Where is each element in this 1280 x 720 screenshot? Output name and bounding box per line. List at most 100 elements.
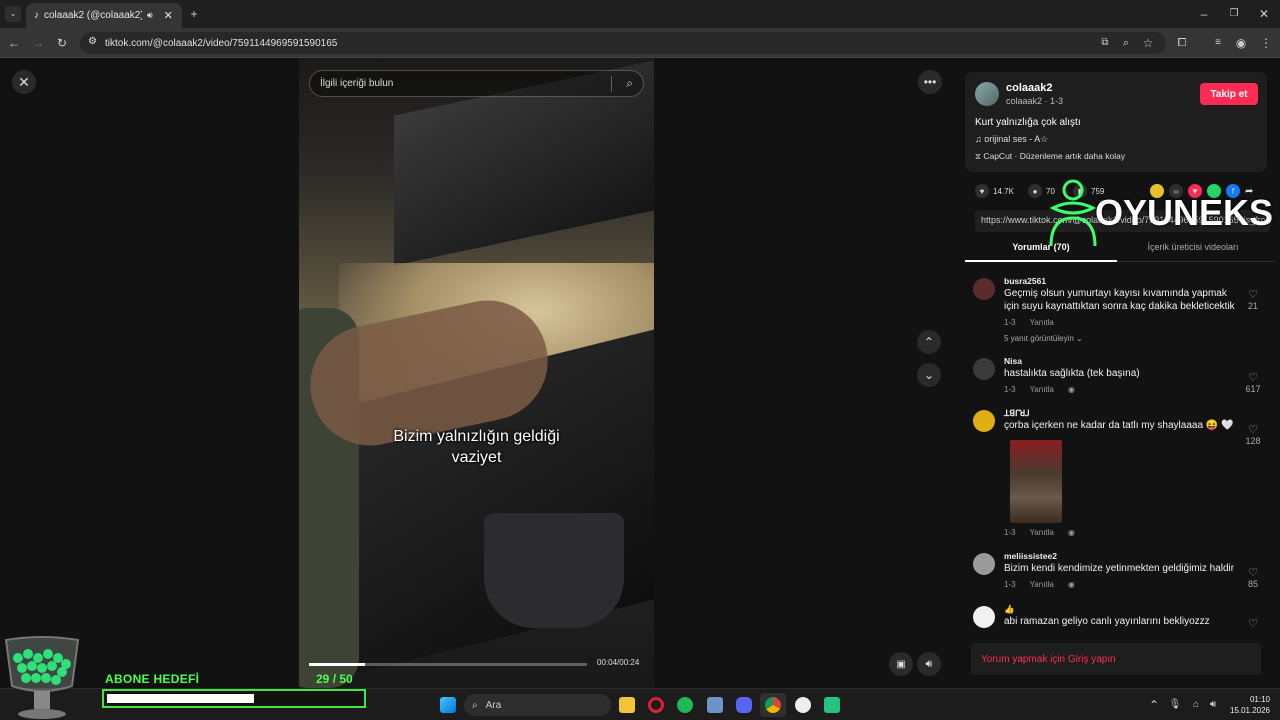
related-search-input[interactable]: İlgili içeriği bulun ⌕ bbox=[309, 70, 644, 97]
miniplayer-icon[interactable]: ▣ bbox=[889, 652, 913, 676]
taskbar-search-text: Ara bbox=[485, 699, 502, 711]
comment-icon: ● bbox=[1028, 184, 1042, 198]
site-info-icon[interactable]: ⚙ bbox=[88, 36, 97, 47]
comment-user[interactable]: Nisa bbox=[1004, 356, 1022, 366]
video-progress-bar[interactable] bbox=[309, 663, 587, 666]
comment-item: meliissistee2 Bizim kendi kendimize yeti… bbox=[973, 551, 1265, 593]
comment-like-count: 128 bbox=[1245, 436, 1261, 446]
close-video-icon[interactable]: ✕ bbox=[12, 70, 36, 94]
clock-date: 15.01.2026 bbox=[1229, 706, 1270, 715]
media-control-icon[interactable]: ≡ bbox=[1210, 35, 1226, 51]
comment-avatar[interactable] bbox=[973, 410, 995, 432]
comment-text: Geçmiş olsun yumurtayı kayısı kıvamında … bbox=[1004, 288, 1235, 312]
video-player[interactable]: İlgili içeriği bulun ⌕ Bizim yalnızlığın… bbox=[299, 58, 654, 688]
capcut-row[interactable]: ⧖ CapCut · Düzenleme artık daha kolay bbox=[975, 151, 1125, 162]
zoom-icon[interactable]: ⌕ bbox=[1118, 35, 1134, 51]
creator-liked-icon: ◉ bbox=[1067, 528, 1075, 537]
tab-audio-icon[interactable]: 🔊︎ bbox=[147, 10, 153, 21]
comment-text: çorba içerken ne kadar da tatlı my shayl… bbox=[1004, 420, 1234, 431]
follow-button[interactable]: Takip et bbox=[1200, 83, 1258, 105]
taskbar-search[interactable]: ⌕ Ara bbox=[464, 694, 611, 716]
opera-icon[interactable] bbox=[648, 697, 664, 713]
bookmark-star-icon[interactable]: ☆ bbox=[1140, 35, 1156, 51]
subscriber-goal-label: ABONE HEDEFİ bbox=[105, 672, 200, 686]
comment-image[interactable] bbox=[1010, 440, 1062, 523]
comment-item: ꓕꓭꓩꓤꓙ çorba içerken ne kadar da tatlı my… bbox=[973, 408, 1265, 540]
previous-video-icon[interactable]: ⌃ bbox=[917, 330, 941, 354]
reply-link[interactable]: Yanıtla bbox=[1030, 385, 1054, 394]
tiktok-page: ✕ İlgili içeriği bulun ⌕ Bizim yalnızlığ… bbox=[0, 58, 1280, 688]
window-close-icon[interactable]: ✕ bbox=[1256, 6, 1272, 22]
new-tab-icon[interactable]: + bbox=[186, 6, 202, 22]
chrome-icon[interactable] bbox=[765, 697, 781, 713]
restore-icon[interactable]: ❐ bbox=[1226, 6, 1242, 22]
comment-user[interactable]: busra2561 bbox=[1004, 276, 1046, 286]
more-options-icon[interactable]: ••• bbox=[918, 70, 942, 94]
url-field[interactable]: ⚙ tiktok.com/@colaaak2/video/75911449695… bbox=[80, 32, 1166, 54]
view-replies-link[interactable]: 5 yanıt görüntüleyin ⌄ bbox=[1004, 334, 1083, 343]
reply-link[interactable]: Yanıtla bbox=[1030, 528, 1054, 537]
windows-start-icon[interactable] bbox=[440, 697, 456, 713]
install-app-icon[interactable]: ⧉ bbox=[1097, 35, 1113, 51]
comment-meta: 1-3 Yanıtla ◉ bbox=[1004, 385, 1089, 394]
microphone-icon[interactable]: 🎙︎ bbox=[1167, 697, 1183, 713]
sound-name: orijinal ses - A☆ bbox=[984, 134, 1049, 144]
menu-icon[interactable]: ⋮ bbox=[1258, 35, 1274, 51]
comment-like[interactable]: ♡ 21 bbox=[1241, 289, 1265, 311]
minimize-icon[interactable]: – bbox=[1196, 6, 1212, 22]
comment-user[interactable]: 👍 bbox=[1004, 604, 1015, 615]
comment-avatar[interactable] bbox=[973, 278, 995, 300]
comment-user[interactable]: ꓕꓭꓩꓤꓙ bbox=[1004, 408, 1030, 419]
spotify-icon[interactable] bbox=[677, 697, 693, 713]
file-explorer-icon[interactable] bbox=[619, 697, 635, 713]
comment-like[interactable]: ♡ 617 bbox=[1241, 372, 1265, 394]
discord-icon[interactable] bbox=[736, 697, 752, 713]
volume-icon[interactable]: 🔊︎ bbox=[917, 652, 941, 676]
url-text: tiktok.com/@colaaak2/video/7591144969591… bbox=[105, 37, 338, 49]
comment-like[interactable]: ♡ 85 bbox=[1241, 567, 1265, 589]
tab-list-icon[interactable]: ⌄ bbox=[5, 6, 21, 22]
next-video-icon[interactable]: ⌄ bbox=[917, 363, 941, 387]
author-avatar[interactable] bbox=[975, 82, 999, 106]
sound-row[interactable]: ♫ orijinal ses - A☆ bbox=[975, 134, 1048, 145]
comment-text: abi ramazan geliyo canlı yayınlarını bek… bbox=[1004, 616, 1210, 627]
reload-icon[interactable]: ↻ bbox=[54, 35, 70, 51]
comment-like[interactable]: ♡ 128 bbox=[1241, 424, 1265, 446]
tray-chevron-icon[interactable]: ⌃ bbox=[1146, 697, 1162, 713]
reply-link[interactable]: Yanıtla bbox=[1030, 318, 1054, 327]
author-name[interactable]: colaaak2 bbox=[1006, 82, 1052, 94]
forward-icon[interactable]: → bbox=[30, 35, 46, 51]
green-app-icon[interactable] bbox=[824, 697, 840, 713]
network-icon[interactable]: ⌂ bbox=[1188, 697, 1204, 713]
speaker-icon[interactable]: 🔊︎ bbox=[1205, 697, 1221, 713]
heart-icon: ♥ bbox=[975, 184, 989, 198]
subscriber-count: 29 / 50 bbox=[316, 672, 353, 686]
search-icon[interactable]: ⌕ bbox=[626, 76, 633, 91]
browser-tab[interactable]: ♪ colaaak2 (@colaaak2) | TikTok 🔊︎ ✕ bbox=[26, 3, 182, 28]
comment-like[interactable]: ♡ bbox=[1241, 618, 1265, 630]
watermark: OYUNEKS bbox=[1045, 178, 1273, 248]
login-to-comment[interactable]: Yorum yapmak için Giriş yapın bbox=[971, 643, 1261, 675]
video-description: Kurt yalnızlığa çok alıştı bbox=[975, 117, 1081, 128]
search-placeholder: İlgili içeriği bulun bbox=[320, 78, 394, 89]
comment-like-count: 21 bbox=[1247, 301, 1258, 311]
video-progress-fill bbox=[309, 663, 365, 666]
tab-title: colaaak2 (@colaaak2) | TikTok bbox=[44, 10, 142, 21]
app-icon[interactable] bbox=[707, 697, 723, 713]
tab-close-icon[interactable]: ✕ bbox=[164, 9, 173, 22]
profile-icon[interactable]: ◉ bbox=[1233, 35, 1249, 51]
extensions-icon[interactable]: ⧠ bbox=[1174, 35, 1190, 51]
obs-icon[interactable] bbox=[795, 697, 811, 713]
like-stat[interactable]: ♥ 14.7K bbox=[975, 184, 1014, 198]
music-note-icon: ♫ bbox=[975, 134, 985, 144]
reply-link[interactable]: Yanıtla bbox=[1030, 580, 1054, 589]
comment-avatar[interactable] bbox=[973, 553, 995, 575]
taskbar-clock[interactable]: 01:10 15.01.2026 bbox=[1226, 694, 1270, 716]
heart-outline-icon: ♡ bbox=[1248, 424, 1258, 436]
back-icon[interactable]: ← bbox=[6, 35, 22, 51]
comment-user[interactable]: meliissistee2 bbox=[1004, 551, 1057, 561]
comment-avatar[interactable] bbox=[973, 606, 995, 628]
comment-meta: 1-3 Yanıtla ◉ bbox=[1004, 528, 1089, 537]
comment-avatar[interactable] bbox=[973, 358, 995, 380]
video-frame-pot bbox=[484, 513, 624, 628]
